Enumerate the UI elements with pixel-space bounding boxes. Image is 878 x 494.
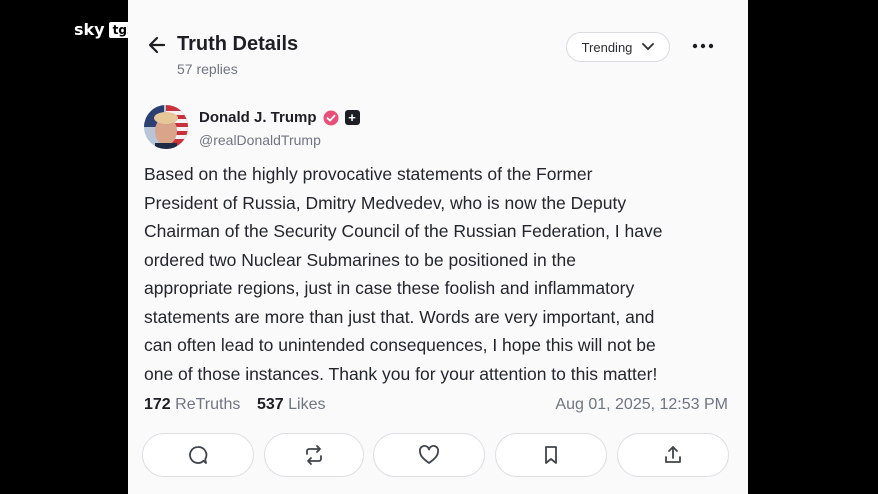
comment-icon [189,446,208,464]
post-author: Donald J. Trump + @realDonaldTrump [144,105,704,151]
avatar-image [144,105,188,149]
likes-count: 537 [257,396,284,413]
page-header: Truth Details 57 replies Trending [128,0,748,90]
bookmark-icon [545,446,557,464]
sort-label: Trending [581,39,633,55]
logo-brand: sky [74,20,105,39]
post-timestamp: Aug 01, 2025, 12:53 PM [555,396,728,413]
avatar[interactable] [144,105,188,149]
post-stats: 172 ReTruths 537 Likes Aug 01, 2025, 12:… [144,396,728,418]
plus-badge-icon: + [344,110,360,125]
action-bar [142,433,732,479]
truth-details-panel: Truth Details 57 replies Trending Donald… [128,0,748,494]
sort-dropdown[interactable]: Trending [566,32,670,62]
likes-stat[interactable]: 537 Likes [257,396,326,414]
retruths-stat[interactable]: 172 ReTruths [144,396,240,414]
back-button[interactable] [146,34,168,56]
chevron-down-icon [642,43,655,50]
arrow-left-icon [148,36,166,54]
share-button[interactable] [617,433,729,477]
author-name[interactable]: Donald J. Trump [199,109,317,126]
like-button[interactable] [373,433,485,477]
more-options-button[interactable] [690,36,716,56]
retruth-button[interactable] [264,433,364,477]
author-name-row: Donald J. Trump + [199,109,360,126]
author-handle[interactable]: @realDonaldTrump [199,132,321,148]
bookmark-button[interactable] [495,433,607,477]
share-icon [665,446,681,463]
reply-button[interactable] [142,433,254,477]
page-title: Truth Details [177,33,299,55]
retruths-label: ReTruths [175,396,241,413]
post-text: Based on the highly provocative statemen… [144,164,663,384]
likes-label: Likes [288,396,326,413]
more-horizontal-icon [692,43,714,49]
heart-icon [419,445,439,464]
repost-icon [306,445,322,465]
retruths-count: 172 [144,396,171,413]
verified-badge-icon [323,110,339,125]
replies-count: 57 replies [177,61,238,77]
